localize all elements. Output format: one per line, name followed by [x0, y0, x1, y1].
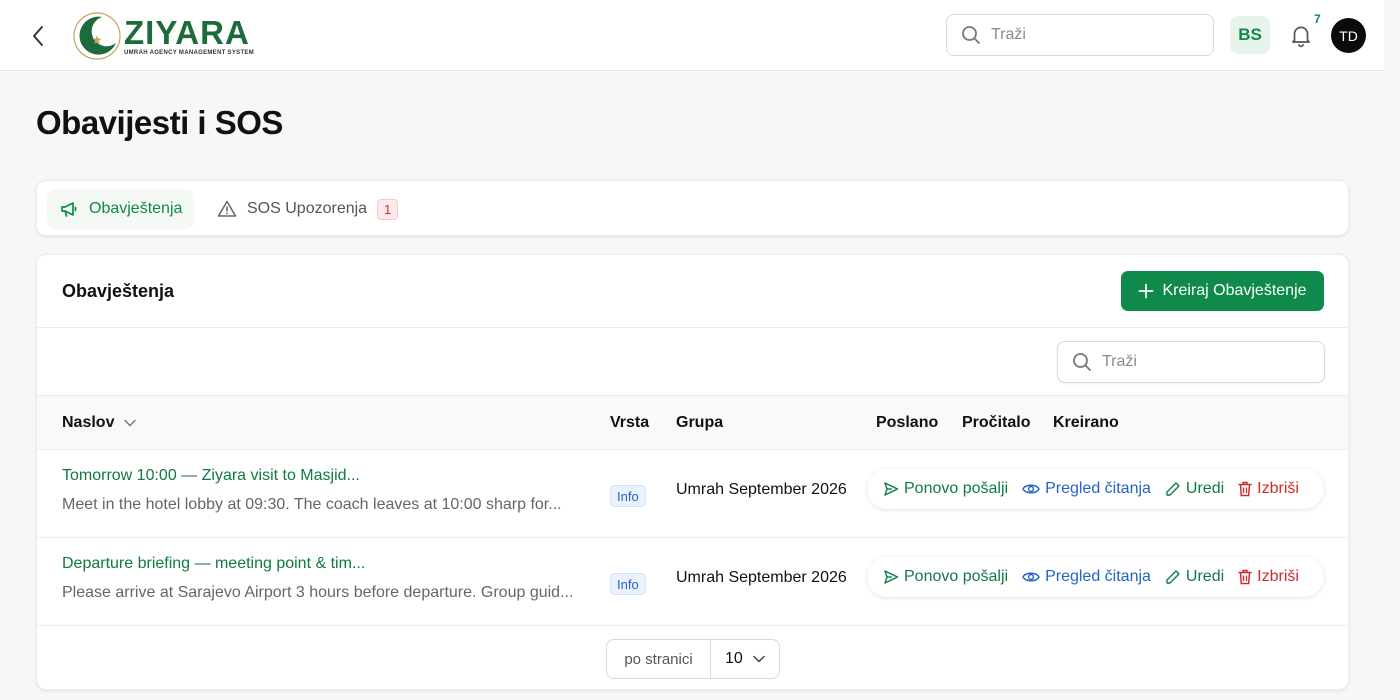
- resend-button[interactable]: Ponovo pošalji: [883, 568, 1008, 586]
- type-badge: Info: [610, 573, 646, 595]
- search-icon: [962, 26, 980, 44]
- logo-name: ZIYARA: [124, 14, 250, 51]
- card-header: Obavještenja Kreiraj Obavještenje: [37, 255, 1348, 328]
- back-button[interactable]: [24, 22, 52, 50]
- pencil-icon: [1166, 482, 1180, 496]
- resend-label: Ponovo pošalji: [904, 568, 1009, 585]
- tab-notifications-label: Obavještenja: [89, 200, 183, 217]
- table-row: Tomorrow 10:00 — Ziyara visit to Masjid.…: [37, 450, 1348, 538]
- resend-button[interactable]: Ponovo pošalji: [883, 480, 1008, 498]
- trash-icon: [1238, 481, 1252, 497]
- tab-sos-alerts-label: SOS Upozorenja: [247, 200, 368, 217]
- notification-count: 7: [1314, 12, 1321, 26]
- search-icon: [1073, 353, 1091, 371]
- column-type: Vrsta: [610, 414, 650, 431]
- global-search-input[interactable]: [991, 26, 1191, 44]
- read-review-button[interactable]: Pregled čitanja: [1022, 568, 1151, 586]
- trash-icon: [1238, 569, 1252, 585]
- column-title-label: Naslov: [62, 414, 115, 431]
- chevron-left-icon: [33, 26, 43, 46]
- row-actions: Ponovo pošalji Pregled čitanja Uredi Izb…: [867, 469, 1324, 509]
- notification-description: Meet in the hotel lobby at 09:30. The co…: [62, 496, 562, 513]
- pencil-icon: [1166, 570, 1180, 584]
- create-notification-button[interactable]: Kreiraj Obavještenje: [1121, 271, 1324, 311]
- delete-button[interactable]: Izbriši: [1238, 480, 1299, 498]
- table-search[interactable]: [1057, 341, 1325, 383]
- page-size-select[interactable]: 10: [711, 650, 779, 668]
- column-read: Pročitalo: [962, 414, 1031, 431]
- page-size-label: po stranici: [607, 640, 711, 678]
- card-title: Obavještenja: [62, 281, 175, 301]
- tabs-bar: Obavještenja SOS Upozorenja 1: [36, 180, 1349, 236]
- page-size-selector: po stranici 10: [606, 639, 780, 679]
- send-icon: [884, 570, 899, 584]
- read-review-button[interactable]: Pregled čitanja: [1022, 480, 1151, 498]
- column-sent: Poslano: [876, 414, 939, 431]
- table-header: Naslov Vrsta Grupa Poslano Pročitalo Kre…: [37, 395, 1348, 450]
- edit-label: Uredi: [1185, 480, 1225, 497]
- notification-title-link[interactable]: Departure briefing — meeting point & tim…: [62, 555, 365, 573]
- language-switcher[interactable]: BS: [1230, 16, 1270, 54]
- delete-label: Izbriši: [1257, 480, 1299, 497]
- notification-title-link[interactable]: Tomorrow 10:00 — Ziyara visit to Masjid.…: [62, 467, 360, 485]
- sos-count-badge: 1: [377, 198, 399, 220]
- type-badge: Info: [610, 485, 646, 507]
- megaphone-icon: [61, 202, 77, 217]
- logo-subtitle: UMRAH AGENCY MANAGEMENT SYSTEM: [124, 50, 255, 56]
- notifications-card: Obavještenja Kreiraj Obavještenje Naslov…: [36, 254, 1349, 690]
- delete-label: Izbriši: [1257, 568, 1299, 585]
- column-title[interactable]: Naslov: [62, 414, 137, 432]
- edit-label: Uredi: [1185, 568, 1225, 585]
- avatar[interactable]: TD: [1331, 18, 1366, 53]
- notification-description: Please arrive at Sarajevo Airport 3 hour…: [62, 584, 574, 601]
- table-row: Departure briefing — meeting point & tim…: [37, 538, 1348, 626]
- edit-button[interactable]: Uredi: [1165, 568, 1224, 586]
- read-review-label: Pregled čitanja: [1045, 568, 1151, 585]
- eye-icon: [1022, 484, 1040, 494]
- row-actions: Ponovo pošalji Pregled čitanja Uredi Izb…: [867, 557, 1324, 597]
- page-title: Obavijesti i SOS: [36, 104, 283, 141]
- tab-notifications[interactable]: Obavještenja: [47, 189, 195, 229]
- top-bar: ZIYARA UMRAH AGENCY MANAGEMENT SYSTEM BS…: [0, 0, 1384, 71]
- tab-sos-alerts[interactable]: SOS Upozorenja 1: [205, 189, 410, 229]
- logo[interactable]: ZIYARA UMRAH AGENCY MANAGEMENT SYSTEM: [72, 10, 254, 62]
- group-name: Umrah September 2026: [676, 569, 847, 586]
- table-search-input[interactable]: [1102, 353, 1302, 371]
- resend-label: Ponovo pošalji: [904, 480, 1009, 497]
- column-created: Kreirano: [1053, 414, 1119, 431]
- read-review-label: Pregled čitanja: [1045, 480, 1151, 497]
- global-search[interactable]: [946, 14, 1214, 56]
- chevron-down-icon: [753, 655, 765, 663]
- delete-button[interactable]: Izbriši: [1238, 568, 1299, 586]
- page-size-value: 10: [725, 650, 743, 667]
- crescent-logo-icon: [73, 12, 121, 60]
- chevron-down-icon: [124, 419, 137, 427]
- group-name: Umrah September 2026: [676, 481, 847, 498]
- create-notification-label: Kreiraj Obavještenje: [1162, 282, 1307, 299]
- edit-button[interactable]: Uredi: [1165, 480, 1224, 498]
- plus-icon: [1139, 283, 1154, 299]
- send-icon: [884, 482, 899, 496]
- warning-icon: [217, 200, 237, 217]
- bell-icon[interactable]: [1288, 22, 1314, 48]
- eye-icon: [1022, 572, 1040, 582]
- column-group: Grupa: [676, 414, 724, 431]
